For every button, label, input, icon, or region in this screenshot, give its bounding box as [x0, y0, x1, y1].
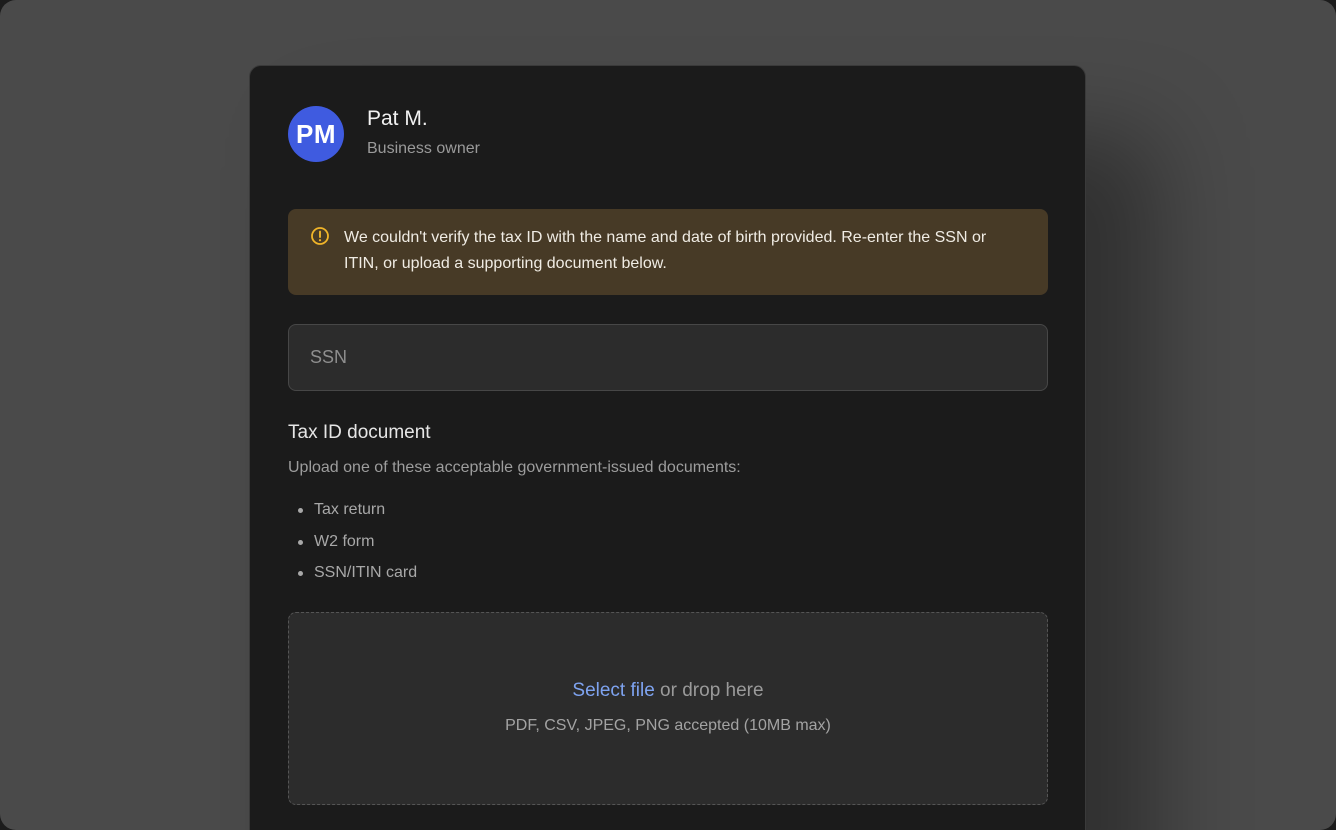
list-item-label: SSN/ITIN card: [314, 564, 418, 581]
profile-info: Pat M. Business owner: [367, 106, 480, 160]
list-item-label: Tax return: [314, 501, 386, 518]
bullet-icon: [298, 508, 303, 513]
list-item: Tax return: [296, 499, 417, 521]
list-item: W2 form: [296, 531, 417, 553]
page-backdrop: PM Pat M. Business owner We couldn't ver…: [0, 0, 1336, 830]
list-item: SSN/ITIN card: [296, 562, 417, 584]
tax-id-document-heading: Tax ID document: [288, 422, 431, 443]
alert-message: We couldn't verify the tax ID with the n…: [344, 229, 987, 272]
select-file-link[interactable]: Select file: [572, 680, 654, 701]
dropzone-prompt: Select file or drop here: [289, 678, 1047, 704]
verification-warning-alert: We couldn't verify the tax ID with the n…: [288, 209, 1048, 295]
profile-role: Business owner: [367, 140, 480, 157]
profile-name: Pat M.: [367, 107, 428, 130]
bullet-icon: [298, 539, 303, 545]
bullet-icon: [298, 571, 303, 576]
ssn-input[interactable]: [288, 324, 1048, 391]
drop-here-text: or drop here: [654, 680, 764, 701]
file-dropzone[interactable]: Select file or drop here PDF, CSV, JPEG,…: [288, 612, 1048, 805]
list-item-label: W2 form: [314, 532, 375, 550]
profile-header: PM Pat M. Business owner: [288, 106, 480, 162]
warning-circle-icon: [311, 227, 329, 245]
avatar: PM: [288, 106, 344, 162]
tax-id-verification-card: PM Pat M. Business owner We couldn't ver…: [249, 65, 1086, 830]
tax-id-document-description: Upload one of these acceptable governmen…: [288, 459, 741, 476]
accepted-formats-hint: PDF, CSV, JPEG, PNG accepted (10MB max): [505, 717, 831, 734]
acceptable-documents-list: Tax return W2 form SSN/ITIN card: [296, 499, 417, 594]
